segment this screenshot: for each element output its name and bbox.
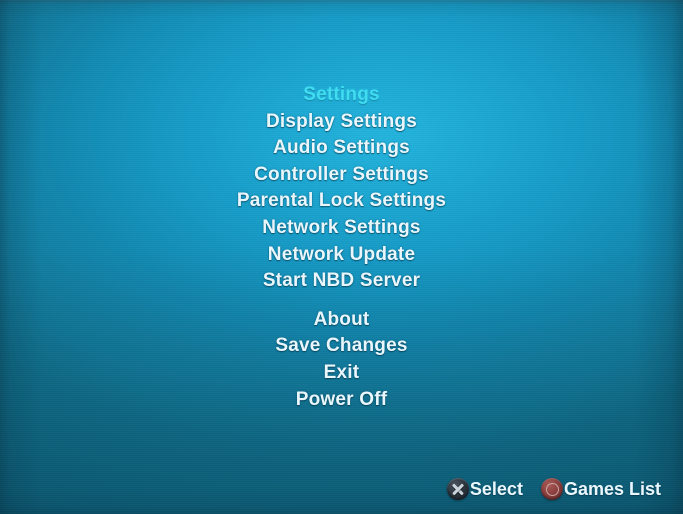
button-prompt-bar: Select Games List xyxy=(446,478,661,500)
prompt-select-label: Select xyxy=(469,478,523,499)
cross-button-icon xyxy=(446,478,469,500)
menu-item-power-off[interactable]: Power Off xyxy=(0,387,683,414)
menu-item-parental-lock-settings[interactable]: Parental Lock Settings xyxy=(0,188,683,215)
menu-item-save-changes[interactable]: Save Changes xyxy=(0,333,683,360)
menu-item-network-update[interactable]: Network Update xyxy=(0,242,683,269)
prompt-games-list[interactable]: Games List xyxy=(540,478,661,500)
settings-screen: Settings Display Settings Audio Settings… xyxy=(0,0,683,514)
prompt-select[interactable]: Select xyxy=(446,478,523,500)
menu-item-about[interactable]: About xyxy=(0,307,683,334)
prompt-games-list-label: Games List xyxy=(563,478,661,499)
menu-item-display-settings[interactable]: Display Settings xyxy=(0,109,683,136)
circle-button-icon xyxy=(540,478,563,500)
settings-menu: Settings Display Settings Audio Settings… xyxy=(0,82,683,413)
menu-group-separator xyxy=(0,295,683,307)
menu-item-start-nbd-server[interactable]: Start NBD Server xyxy=(0,268,683,295)
menu-item-audio-settings[interactable]: Audio Settings xyxy=(0,135,683,162)
menu-item-exit[interactable]: Exit xyxy=(0,360,683,387)
menu-item-settings[interactable]: Settings xyxy=(0,82,683,109)
menu-item-network-settings[interactable]: Network Settings xyxy=(0,215,683,242)
menu-item-controller-settings[interactable]: Controller Settings xyxy=(0,162,683,189)
